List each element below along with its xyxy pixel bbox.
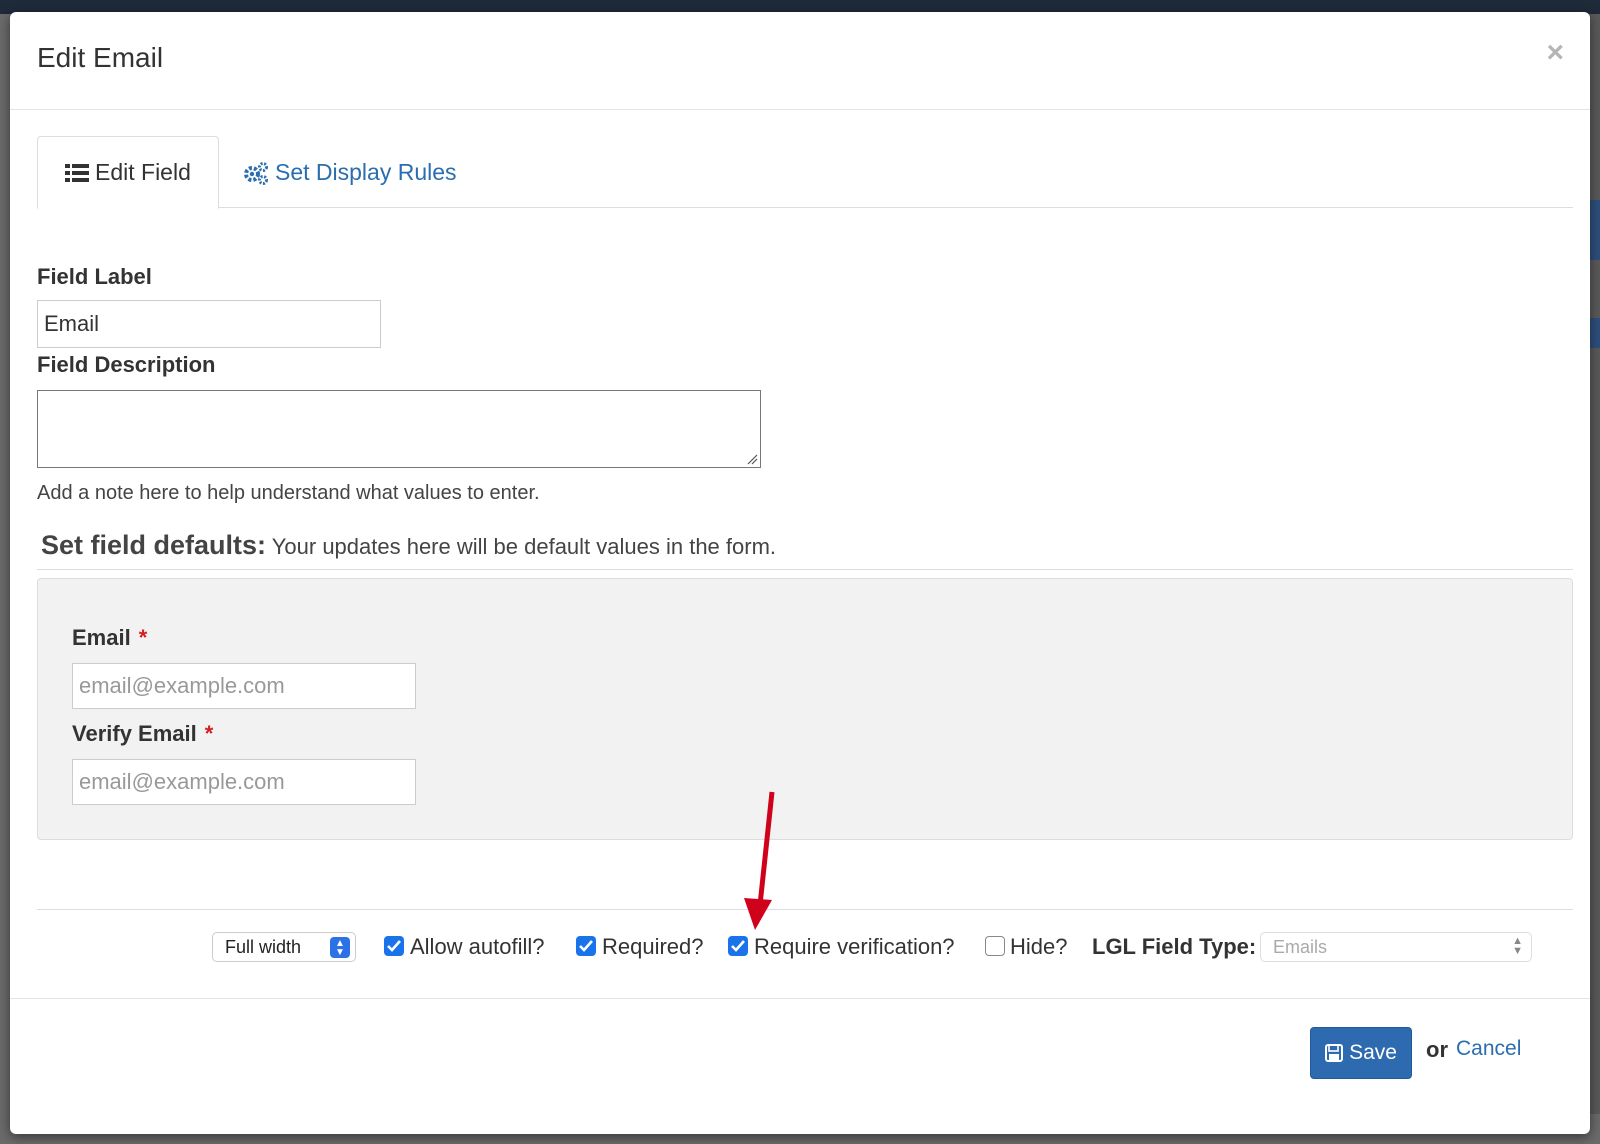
require-verification-checkbox[interactable] [728,936,748,956]
save-button[interactable]: Save [1310,1027,1412,1079]
resize-handle-icon[interactable] [746,453,758,465]
lgl-field-type-label: LGL Field Type: [1092,934,1257,959]
tab-edit-field[interactable]: Edit Field [37,136,219,209]
field-label-label: Field Label [37,264,152,289]
field-options-row: Full width ▲ ▼ Allow autofill? Required? … [10,930,1590,964]
cancel-link[interactable]: Cancel [1456,1037,1521,1061]
checkmark-icon [387,940,401,952]
tab-bar: Edit Field Set Display Rules [37,136,1573,209]
defaults-heading: Set field defaults: Your updates here wi… [37,530,1573,570]
save-button-label: Save [1349,1041,1397,1064]
checkmark-icon [731,940,745,952]
edit-email-modal: Edit Email × Edit Field Set Display Rule… [10,12,1590,1134]
field-description-label: Field Description [37,352,216,377]
defaults-heading-text: Your updates here will be default values… [271,534,777,559]
width-select-value: Full width [225,936,302,957]
tab-label: Edit Field [95,159,191,185]
required-mark: * [138,625,148,650]
field-description-textarea[interactable] [37,390,761,468]
required-label[interactable]: Required? [602,930,704,964]
checkmark-icon [579,940,593,952]
hide-checkbox[interactable] [985,936,1005,956]
email-default-label-text: Email [72,625,131,650]
width-select[interactable]: Full width ▲ ▼ [212,932,356,962]
hide-label[interactable]: Hide? [1010,930,1067,964]
list-icon [65,163,89,182]
required-mark: * [204,721,214,746]
email-default-input[interactable]: email@example.com [72,663,416,709]
defaults-preview-panel: Email * email@example.com Verify Email * e… [37,578,1573,840]
allow-autofill-checkbox[interactable] [384,936,404,956]
verify-email-default-label-text: Verify Email [72,721,197,746]
lgl-field-type-value: Emails [1273,936,1328,957]
or-text: or [1426,1037,1448,1062]
close-icon[interactable]: × [1546,38,1564,68]
floppy-disk-icon [1325,1044,1344,1062]
lgl-field-type-select[interactable]: Emails ▲ ▼ [1260,932,1532,962]
gears-icon [244,161,268,185]
field-label-input[interactable]: Email [37,300,381,348]
allow-autofill-label[interactable]: Allow autofill? [410,930,545,964]
select-arrows-icon: ▲ ▼ [330,937,350,958]
require-verification-label[interactable]: Require verification? [754,930,955,964]
required-checkbox[interactable] [576,936,596,956]
defaults-heading-strong: Set field defaults: [41,530,267,560]
modal-footer: Save or Cancel [10,998,1590,1134]
divider [37,909,1573,910]
tab-set-display-rules[interactable]: Set Display Rules [227,136,484,209]
verify-email-default-label: Verify Email * [72,721,213,747]
email-default-label: Email * [72,625,147,651]
tab-label: Set Display Rules [275,159,457,185]
modal-header: Edit Email × [10,12,1590,110]
modal-title: Edit Email [37,42,164,73]
select-caret-icon: ▲ ▼ [1512,935,1523,957]
field-description-help: Add a note here to help understand what … [37,482,540,504]
verify-email-default-input[interactable]: email@example.com [72,759,416,805]
